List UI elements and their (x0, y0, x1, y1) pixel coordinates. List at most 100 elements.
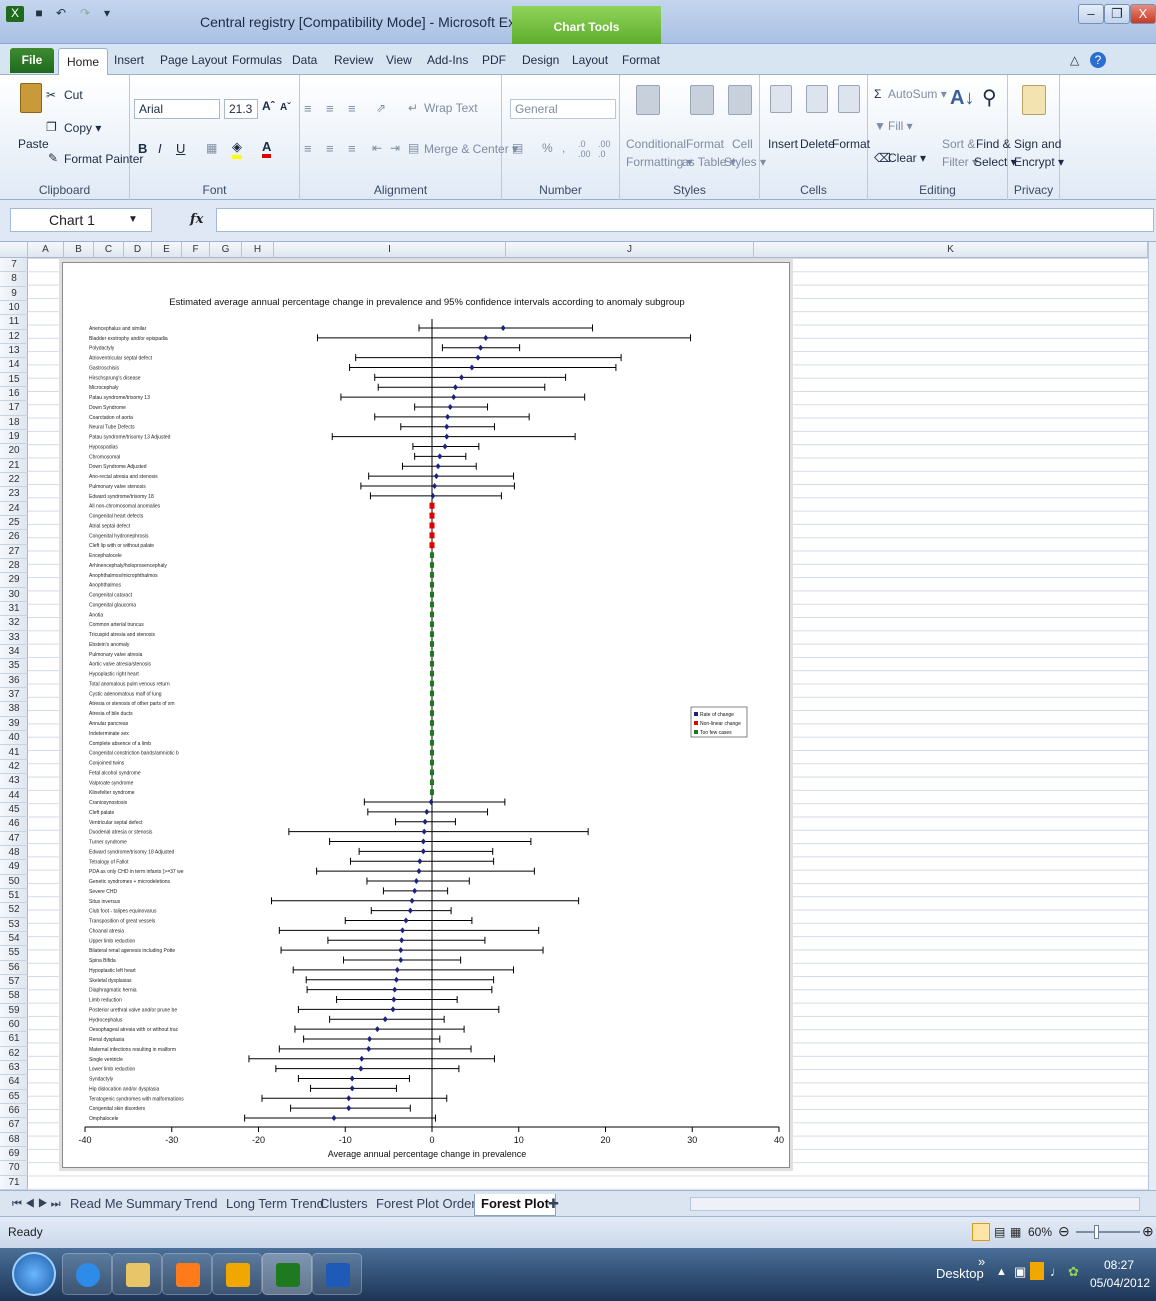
row-header[interactable]: 46 (0, 817, 28, 832)
tab-page-layout[interactable]: Page Layout (160, 50, 227, 70)
row-header[interactable]: 20 (0, 444, 28, 459)
row-header[interactable]: 36 (0, 674, 28, 689)
excel-taskbar-icon[interactable] (262, 1253, 312, 1295)
zoom-level[interactable]: 60% (1028, 1225, 1052, 1239)
fill-icon[interactable]: ▼ (874, 119, 886, 133)
cut-button[interactable]: Cut (64, 88, 83, 102)
row-header[interactable]: 69 (0, 1147, 28, 1162)
minimize-ribbon-icon[interactable]: △ (1070, 50, 1079, 70)
increase-decimal-icon[interactable]: .0.00 (578, 139, 591, 159)
row-header[interactable]: 41 (0, 746, 28, 760)
row-header[interactable]: 21 (0, 459, 28, 474)
sign-encrypt-label-2[interactable]: Encrypt ▾ (1014, 155, 1064, 169)
wrap-text-button[interactable]: Wrap Text (424, 101, 478, 115)
row-header[interactable]: 12 (0, 330, 28, 345)
desktop-toolbar[interactable]: Desktop (936, 1266, 984, 1281)
row-header[interactable]: 35 (0, 659, 28, 674)
tab-view[interactable]: View (386, 50, 412, 70)
name-box-dropdown-icon[interactable]: ▼ (128, 214, 138, 225)
row-header[interactable]: 63 (0, 1061, 28, 1076)
row-header[interactable]: 53 (0, 918, 28, 932)
decrease-indent-icon[interactable]: ⇤ (372, 141, 382, 155)
zoom-in-icon[interactable]: ⊕ (1142, 1223, 1154, 1240)
row-header[interactable]: 43 (0, 774, 28, 789)
find-select-icon[interactable]: ⚲ (982, 85, 997, 110)
format-cells-icon[interactable] (838, 85, 860, 113)
row-header[interactable]: 7 (0, 258, 28, 273)
fill-color-icon[interactable]: ◈ (232, 139, 242, 159)
border-icon[interactable]: ▦ (206, 141, 217, 155)
row-header[interactable]: 42 (0, 760, 28, 775)
row-header[interactable]: 15 (0, 373, 28, 388)
row-header[interactable]: 71 (0, 1176, 28, 1190)
row-header[interactable]: 28 (0, 559, 28, 574)
align-left-icon[interactable]: ≡ (304, 141, 312, 156)
row-header[interactable]: 27 (0, 545, 28, 560)
column-header-a[interactable]: A (28, 242, 64, 258)
excel-app-icon[interactable]: X (6, 6, 24, 22)
orientation-icon[interactable]: ⇗ (376, 101, 386, 115)
row-header[interactable]: 67 (0, 1118, 28, 1133)
tab-home[interactable]: Home (58, 48, 108, 76)
forest-plot-chart[interactable]: Estimated average annual percentage chan… (62, 262, 790, 1168)
copy-button[interactable]: Copy ▾ (64, 121, 101, 135)
insert-function-icon[interactable]: fx (190, 212, 203, 227)
copy-icon[interactable]: ❐ (46, 120, 57, 134)
decrease-decimal-icon[interactable]: .00.0 (598, 139, 611, 159)
row-header[interactable]: 32 (0, 616, 28, 631)
row-header[interactable]: 13 (0, 344, 28, 359)
underline-icon[interactable]: U (176, 141, 185, 156)
delete-cells-icon[interactable] (806, 85, 828, 113)
restore-button[interactable]: ❐ (1104, 4, 1130, 24)
row-header[interactable]: 58 (0, 989, 28, 1004)
tab-design[interactable]: Design (522, 50, 559, 70)
page-break-view-icon[interactable]: ▦ (1010, 1225, 1021, 1239)
shrink-font-icon[interactable]: Aˇ (280, 102, 291, 113)
row-header[interactable]: 39 (0, 717, 28, 732)
row-header[interactable]: 40 (0, 731, 28, 746)
save-icon[interactable]: ■ (30, 6, 48, 22)
row-header[interactable]: 8 (0, 272, 28, 287)
format-cells-button[interactable]: Format (832, 137, 870, 151)
tab-pdf[interactable]: PDF (482, 50, 506, 70)
row-header[interactable]: 56 (0, 961, 28, 975)
font-color-icon[interactable]: A (262, 139, 272, 158)
italic-icon[interactable]: I (158, 141, 162, 156)
bold-icon[interactable]: B (138, 141, 147, 156)
tab-insert[interactable]: Insert (114, 50, 144, 70)
sort-filter-label-2[interactable]: Filter ▾ (942, 155, 978, 169)
row-header[interactable]: 24 (0, 502, 28, 517)
page-layout-view-icon[interactable]: ▤ (994, 1225, 1005, 1239)
sign-encrypt-label-1[interactable]: Sign and (1014, 137, 1061, 151)
clock-time[interactable]: 08:27 (1104, 1258, 1134, 1272)
cell-styles-label-1[interactable]: Cell (732, 137, 753, 151)
row-header[interactable]: 44 (0, 789, 28, 803)
column-header-i[interactable]: I (274, 242, 506, 258)
tray-expand-icon[interactable]: ▲ (996, 1266, 1007, 1278)
merge-icon[interactable]: ▤ (408, 141, 419, 155)
row-header[interactable]: 37 (0, 688, 28, 703)
row-header[interactable]: 30 (0, 588, 28, 603)
media-player-icon[interactable] (162, 1253, 212, 1295)
sign-encrypt-icon[interactable] (1022, 85, 1046, 115)
minimize-button[interactable]: – (1078, 4, 1104, 24)
format-painter-icon[interactable]: ✎ (48, 151, 58, 165)
conditional-formatting-icon[interactable] (636, 85, 660, 115)
tab-formulas[interactable]: Formulas (232, 50, 282, 70)
row-header[interactable]: 9 (0, 287, 28, 301)
row-header[interactable]: 49 (0, 860, 28, 875)
row-header[interactable]: 34 (0, 645, 28, 660)
sheet-tab-trend[interactable]: Trend (178, 1194, 223, 1216)
row-header[interactable]: 11 (0, 315, 28, 330)
row-header[interactable]: 57 (0, 975, 28, 990)
paste-icon[interactable] (20, 83, 42, 113)
column-header-k[interactable]: K (754, 242, 1148, 258)
accounting-icon[interactable]: ▤ (512, 141, 523, 155)
tab-review[interactable]: Review (334, 50, 373, 70)
delete-cells-button[interactable]: Delete (800, 137, 835, 151)
align-middle-icon[interactable]: ≡ (326, 101, 334, 116)
row-header[interactable]: 54 (0, 932, 28, 947)
row-header[interactable]: 14 (0, 358, 28, 373)
sort-filter-label-1[interactable]: Sort & (942, 137, 975, 151)
row-header[interactable]: 65 (0, 1090, 28, 1104)
